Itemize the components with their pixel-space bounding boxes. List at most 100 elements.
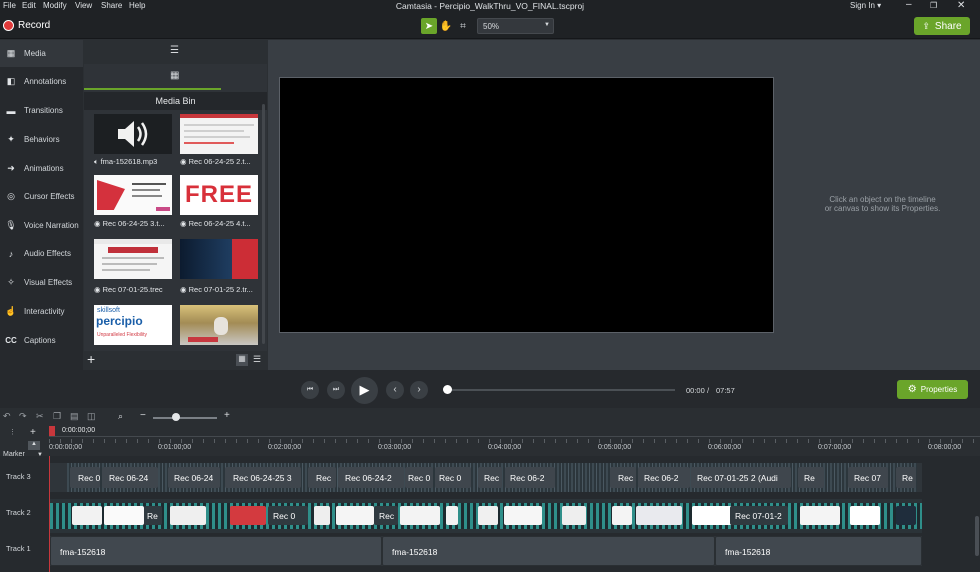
cut-icon[interactable]: ✂	[36, 411, 44, 422]
sidebar-item-cursor-effects[interactable]: ◎ Cursor Effects	[0, 183, 83, 210]
copy-icon[interactable]: ❐	[53, 411, 61, 422]
clip[interactable]: Rec 0	[268, 506, 308, 525]
step-back-icon[interactable]: ⏮	[301, 381, 319, 399]
clip-thumb[interactable]	[800, 506, 840, 525]
marker-row[interactable]: Marker ▼	[0, 451, 49, 462]
clip[interactable]: Re	[144, 506, 162, 525]
record-button[interactable]: Record	[18, 20, 50, 31]
clip[interactable]: Re	[798, 467, 824, 488]
clip-thumb[interactable]	[850, 506, 880, 525]
track-1[interactable]: fma-152618 fma-152618 fma-152618	[50, 536, 922, 566]
next-marker-icon[interactable]: ›	[410, 381, 428, 399]
audio-clip[interactable]: fma-152618	[382, 536, 715, 566]
clip[interactable]: Rec 07-01-2	[730, 506, 788, 525]
crop-tool-icon[interactable]: ⌗	[455, 18, 471, 34]
clip[interactable]: Rec 06-2	[505, 467, 555, 488]
clip-thumb[interactable]	[72, 506, 102, 525]
audio-clip[interactable]: fma-152618	[715, 536, 922, 566]
clip-thumb[interactable]	[230, 506, 266, 525]
sidebar-item-interactivity[interactable]: ☝ Interactivity	[0, 298, 83, 325]
clip[interactable]: Rec 06-24-25 3	[225, 467, 301, 488]
track-3[interactable]: Rec 0 Rec 06-24 Rec 06-24 Rec 06-24-25 3…	[50, 463, 922, 492]
clip-thumb[interactable]	[612, 506, 632, 525]
clip-thumb[interactable]	[104, 506, 144, 525]
clip-thumb[interactable]	[314, 506, 330, 525]
clip-thumb[interactable]	[446, 506, 458, 525]
media-thumb-free[interactable]: FREE	[180, 175, 258, 215]
split-icon[interactable]: ◫	[87, 411, 96, 422]
timeline-ruler[interactable]: ⋮ + 0:00:00;00 0:00:00;00 0:01:00;00 0:0…	[0, 426, 980, 456]
sidebar-item-transitions[interactable]: ▬ Transitions	[0, 97, 83, 124]
add-media-icon[interactable]: +	[87, 351, 95, 367]
sidebar-item-audio-effects[interactable]: ♪ Audio Effects	[0, 240, 83, 267]
media-thumb-screen[interactable]	[94, 239, 172, 279]
track-options-icon[interactable]: ⋮	[9, 428, 16, 436]
sidebar-item-visual-effects[interactable]: ✧ Visual Effects	[0, 269, 83, 296]
clip[interactable]: Rec	[610, 467, 636, 488]
clip-thumb[interactable]	[896, 506, 916, 525]
grid-view-icon[interactable]: ▦	[236, 354, 248, 366]
add-track-icon[interactable]: +	[30, 427, 36, 438]
prev-marker-icon[interactable]: ‹	[386, 381, 404, 399]
timeline-zoom-handle[interactable]	[172, 413, 180, 421]
zoom-out-icon[interactable]: −	[140, 410, 146, 421]
clip-thumb[interactable]	[692, 506, 732, 525]
undo-icon[interactable]: ↶	[3, 411, 11, 422]
properties-button[interactable]: ⚙ Properties	[897, 380, 968, 399]
clip[interactable]: Rec 06-24	[102, 467, 158, 488]
list-view-icon[interactable]: ☰	[253, 354, 261, 365]
clip[interactable]: Re	[896, 467, 916, 488]
step-forward-icon[interactable]: ⏭	[327, 381, 345, 399]
redo-icon[interactable]: ↷	[19, 411, 27, 422]
minimize-icon[interactable]: –	[906, 0, 912, 10]
clip[interactable]: Rec 07	[848, 467, 888, 488]
clip[interactable]: Rec	[308, 467, 336, 488]
close-icon[interactable]: ✕	[957, 0, 965, 11]
media-bin-tab[interactable]: ▦	[84, 64, 221, 90]
sidebar-item-captions[interactable]: CC Captions	[0, 327, 83, 354]
media-bin-scrollbar[interactable]	[262, 104, 265, 344]
clip-thumb[interactable]	[170, 506, 206, 525]
audio-clip[interactable]: fma-152618	[50, 536, 382, 566]
sign-in-link[interactable]: Sign In ▾	[850, 1, 881, 10]
pointer-tool-icon[interactable]: ➤	[421, 18, 437, 34]
clip-thumb[interactable]	[504, 506, 542, 525]
track-2[interactable]: Re Rec 0 Rec Rec 07-01-2	[50, 499, 922, 533]
clip-thumb[interactable]	[400, 506, 440, 525]
clip-thumb[interactable]	[636, 506, 682, 525]
zoom-select[interactable]: 50% ▼	[477, 18, 554, 34]
collapse-icon[interactable]: ▲	[28, 441, 40, 450]
list-view-tab[interactable]: ☰	[84, 40, 267, 64]
media-thumb-face[interactable]	[180, 239, 258, 279]
clip[interactable]: Rec	[374, 506, 398, 525]
sidebar-item-animations[interactable]: ➜ Animations	[0, 155, 83, 182]
preview-canvas[interactable]	[279, 77, 774, 333]
clip[interactable]: Rec 0	[70, 467, 100, 488]
sidebar-item-voice-narration[interactable]: 🎙︎ Voice Narration	[0, 212, 83, 239]
clip[interactable]: Rec 06-24	[168, 467, 220, 488]
sidebar-item-behaviors[interactable]: ✦ Behaviors	[0, 126, 83, 153]
zoom-in-icon[interactable]: +	[224, 410, 230, 421]
paste-icon[interactable]: ▤	[70, 411, 79, 422]
share-button[interactable]: ⇪ Share	[914, 17, 970, 35]
sidebar-item-annotations[interactable]: ◧ Annotations	[0, 68, 83, 95]
clip[interactable]: Rec 07-01-25 2 (Audi	[691, 467, 791, 488]
sidebar-item-media[interactable]: ▦ Media	[0, 40, 83, 67]
clip[interactable]: Rec	[478, 467, 502, 488]
clip[interactable]: Rec 0	[405, 467, 433, 488]
scrub-handle[interactable]	[443, 385, 452, 394]
timeline-scrollbar[interactable]	[975, 516, 979, 556]
media-thumb-audio[interactable]	[94, 114, 172, 154]
clip-thumb[interactable]	[562, 506, 586, 525]
clip[interactable]: Rec 06-2	[638, 467, 690, 488]
scrub-track[interactable]	[443, 389, 675, 391]
media-thumb-screen-red[interactable]	[94, 175, 172, 215]
clip-thumb[interactable]	[478, 506, 498, 525]
media-thumb-photo[interactable]	[180, 305, 258, 345]
clip[interactable]: Rec 0	[435, 467, 471, 488]
play-icon[interactable]: ▶	[351, 377, 378, 404]
clip-thumb[interactable]	[336, 506, 374, 525]
restore-icon[interactable]: ❐	[930, 1, 937, 10]
media-thumb-percipio[interactable]: skillsoft percipio Unparalleled Flexibil…	[94, 305, 172, 345]
media-thumb-screen[interactable]	[180, 114, 258, 154]
